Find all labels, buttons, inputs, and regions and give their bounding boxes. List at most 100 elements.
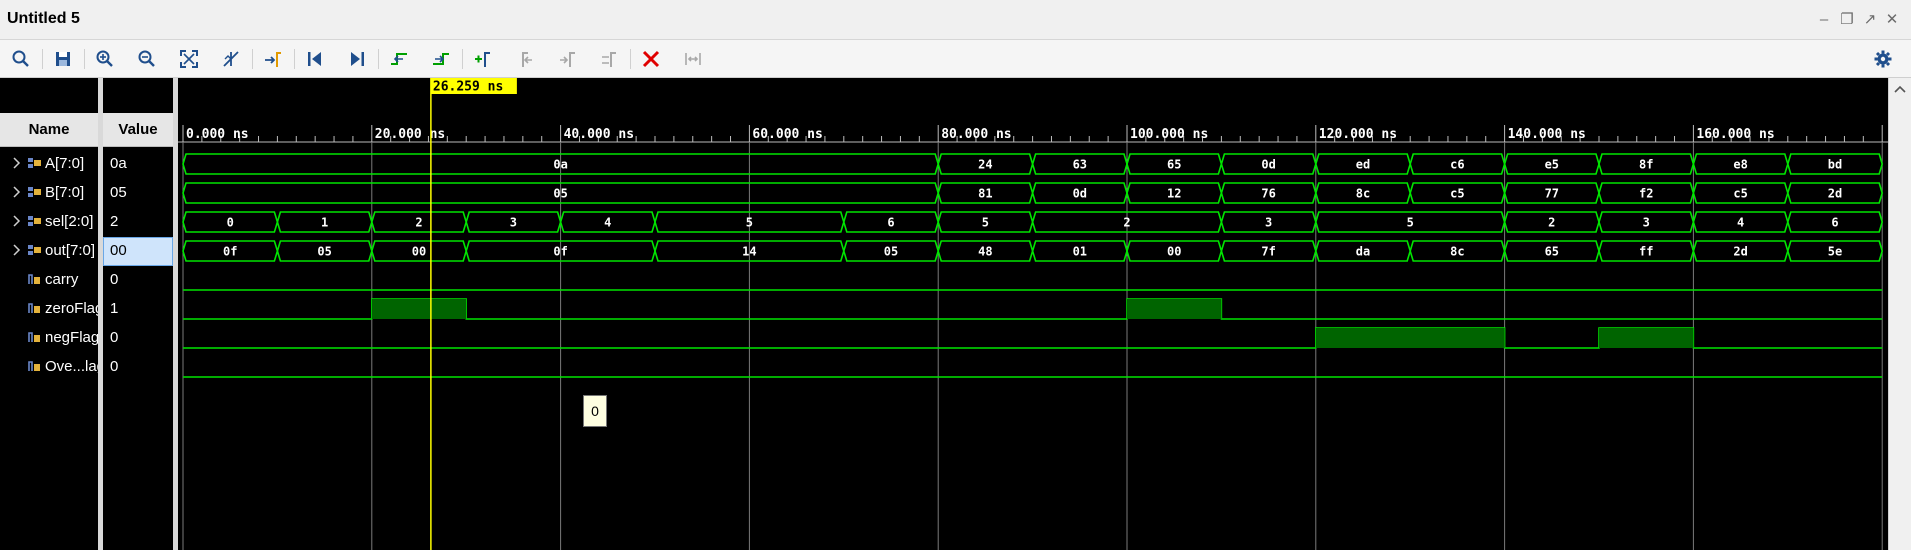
save-icon[interactable] <box>51 47 75 71</box>
bus-value-label: 3 <box>1265 216 1272 230</box>
bus-value-label: c5 <box>1450 187 1464 201</box>
high-pulse <box>1315 328 1505 348</box>
time-tick-label: 40.000 ns <box>564 127 634 142</box>
previous-marker-icon <box>513 47 537 71</box>
chevron-right-icon[interactable] <box>11 185 21 199</box>
bus-value-label: ed <box>1356 158 1370 172</box>
zoom-out-icon[interactable] <box>135 47 159 71</box>
next-transition-icon[interactable] <box>429 47 453 71</box>
scroll-up-icon[interactable] <box>1889 78 1911 100</box>
minimize-icon[interactable]: – <box>1815 11 1833 29</box>
signal-name: B[7:0] <box>45 184 85 201</box>
signal-row[interactable]: negFlag <box>0 324 98 353</box>
time-tick-label: 160.000 ns <box>1696 127 1774 142</box>
time-tick-label: 140.000 ns <box>1508 127 1586 142</box>
bus-value-label: 65 <box>1545 245 1559 259</box>
time-tick-label: 20.000 ns <box>375 127 445 142</box>
signal-name: carry <box>45 271 79 288</box>
signal-row[interactable]: A[7:0] <box>0 150 98 179</box>
signal-name: out[7:0] <box>45 242 96 259</box>
delete-icon[interactable] <box>639 47 663 71</box>
bit-signal-icon <box>28 274 40 284</box>
waveform-view[interactable]: 0.000 ns 20.000 ns 40.000 ns 60.000 ns 80.00… <box>178 78 1888 550</box>
float-icon[interactable]: ↗ <box>1861 11 1879 29</box>
bus-value-label: 2d <box>1733 245 1747 259</box>
bus-signal-icon <box>28 187 41 197</box>
signal-value-cell[interactable]: 05 <box>103 179 173 208</box>
bus-value-label: 7f <box>1261 245 1275 259</box>
go-to-cursor-icon[interactable] <box>261 47 285 71</box>
cursor-time-label: 26.259 ns <box>433 80 503 95</box>
time-tick-label: 100.000 ns <box>1130 127 1208 142</box>
go-to-last-time-icon[interactable] <box>345 47 369 71</box>
signal-name: sel[2:0] <box>45 213 94 230</box>
bus-value-label: 05 <box>553 187 567 201</box>
signal-name: negFlag <box>45 329 98 346</box>
signal-value-cell[interactable]: 2 <box>103 208 173 237</box>
bit-signal-icon <box>28 361 40 371</box>
previous-transition-icon[interactable] <box>387 47 411 71</box>
bus-value-label: 2d <box>1828 187 1842 201</box>
bus-value-label: c5 <box>1733 187 1747 201</box>
bus-value-label: 4 <box>1737 216 1744 230</box>
bus-value-label: 77 <box>1545 187 1559 201</box>
signal-row[interactable]: Ove...lag <box>0 353 98 382</box>
bus-value-label: 05 <box>317 245 331 259</box>
signal-value: 0 <box>110 358 119 375</box>
bus-value-label: 00 <box>1167 245 1181 259</box>
signal-value: 2 <box>110 213 119 230</box>
add-marker-icon[interactable] <box>471 47 495 71</box>
signal-value-cell[interactable]: 0 <box>103 266 173 295</box>
value-column-header[interactable]: Value <box>103 113 173 147</box>
bus-value-label: ff <box>1639 245 1653 259</box>
signal-value-cell[interactable]: 1 <box>103 295 173 324</box>
bus-value-label: 05 <box>884 245 898 259</box>
go-to-time-0-icon[interactable] <box>303 47 327 71</box>
signal-value-cell[interactable]: 0a <box>103 150 173 179</box>
zoom-fit-icon[interactable] <box>177 47 201 71</box>
value-tooltip: 0 <box>583 395 607 427</box>
signal-name: zeroFlag <box>45 300 98 317</box>
bus-value-label: 3 <box>510 216 517 230</box>
next-marker-icon <box>555 47 579 71</box>
signal-value-cell[interactable]: 0 <box>103 324 173 353</box>
signal-value-cell[interactable]: 0 <box>103 353 173 382</box>
bus-value-label: 8c <box>1356 187 1370 201</box>
toolbar <box>0 40 1911 78</box>
signal-value: 0a <box>110 155 127 172</box>
chevron-right-icon[interactable] <box>11 243 21 257</box>
signal-row[interactable]: B[7:0] <box>0 179 98 208</box>
bus-value-label: 01 <box>1073 245 1087 259</box>
swap-cursor-icon[interactable] <box>219 47 243 71</box>
signal-row[interactable]: carry <box>0 266 98 295</box>
bus-value-label: 76 <box>1261 187 1275 201</box>
signal-value: 0 <box>110 271 119 288</box>
high-pulse <box>1127 299 1222 319</box>
bit-signal-icon <box>28 332 40 342</box>
restore-icon[interactable]: ❐ <box>1838 11 1856 29</box>
settings-gear-icon[interactable] <box>1871 47 1895 71</box>
chevron-right-icon[interactable] <box>11 156 21 170</box>
signal-row[interactable]: sel[2:0] <box>0 208 98 237</box>
vertical-scrollbar[interactable] <box>1888 78 1911 550</box>
chevron-right-icon[interactable] <box>11 214 21 228</box>
signal-row[interactable]: out[7:0] <box>0 237 98 266</box>
bus-value-label: 2 <box>1123 216 1130 230</box>
close-icon[interactable]: ✕ <box>1883 11 1901 29</box>
signal-row[interactable]: zeroFlag <box>0 295 98 324</box>
bus-signal-icon <box>28 216 41 226</box>
bit-signal-icon <box>28 303 40 313</box>
bus-value-label: 24 <box>978 158 992 172</box>
search-icon[interactable] <box>9 47 33 71</box>
time-tick-label: 120.000 ns <box>1319 127 1397 142</box>
signal-value-cell[interactable]: 00 <box>103 237 173 266</box>
bus-value-label: 6 <box>1831 216 1838 230</box>
zoom-in-icon[interactable] <box>93 47 117 71</box>
bus-value-label: 2 <box>1548 216 1555 230</box>
name-column-header[interactable]: Name <box>0 113 98 147</box>
bus-value-label: 63 <box>1073 158 1087 172</box>
bus-value-label: 65 <box>1167 158 1181 172</box>
bus-value-label: 81 <box>978 187 992 201</box>
bus-value-label: 0f <box>553 245 567 259</box>
snap-icon <box>681 47 705 71</box>
